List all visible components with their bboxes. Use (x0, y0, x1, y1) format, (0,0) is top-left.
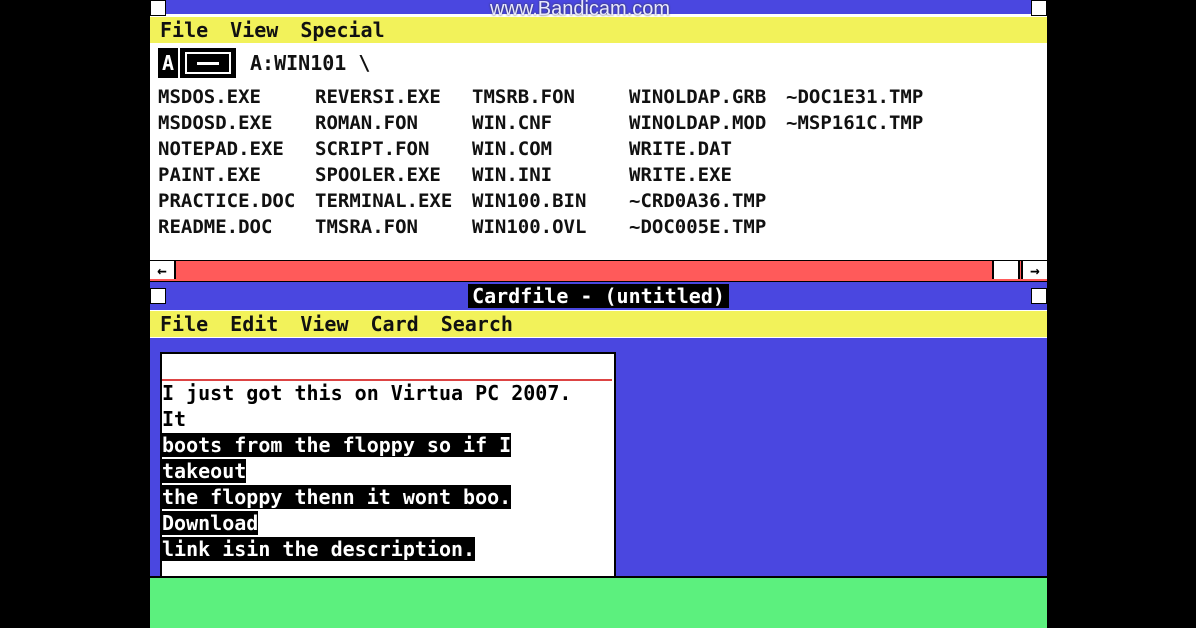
file-item[interactable]: MSDOSD.EXE (158, 112, 315, 138)
file-item[interactable]: REVERSI.EXE (315, 86, 472, 112)
file-item[interactable]: SCRIPT.FON (315, 138, 472, 164)
card-text-line: I just got this on Virtua PC 2007. It (162, 381, 572, 431)
desktop-icon-area (150, 576, 1047, 628)
current-path: A:WIN101 \ (250, 51, 371, 75)
drive-bar: A A:WIN101 \ (158, 48, 370, 78)
scroll-left-icon[interactable]: ← (150, 261, 176, 280)
file-item[interactable]: WIN100.BIN (472, 190, 629, 216)
cardfile-system-menu-icon[interactable] (150, 288, 166, 304)
menu-edit[interactable]: Edit (230, 312, 278, 336)
file-item[interactable]: PAINT.EXE (158, 164, 315, 190)
file-item[interactable]: ~DOC005E.TMP (629, 216, 786, 242)
file-item[interactable]: WIN.INI (472, 164, 629, 190)
card-text-area[interactable]: I just got this on Virtua PC 2007. It bo… (162, 380, 602, 562)
file-item[interactable]: WIN.COM (472, 138, 629, 164)
system-menu-icon[interactable] (150, 0, 166, 16)
scroll-right-icon[interactable]: → (1021, 261, 1047, 280)
cardfile-size-box-icon[interactable] (1031, 288, 1047, 304)
cardfile-menu-bar: File Edit View Card Search (150, 311, 1047, 337)
windows-screen: www.Bandicam.com File View Special A A:W… (150, 0, 1047, 628)
cardfile-title: Cardfile - (untitled) (468, 284, 729, 308)
file-item[interactable]: WINOLDAP.MOD (629, 112, 786, 138)
size-box-icon[interactable] (1031, 0, 1047, 16)
file-item[interactable]: ~MSP161C.TMP (786, 112, 943, 138)
file-item[interactable]: WRITE.DAT (629, 138, 786, 164)
file-item[interactable]: WIN.CNF (472, 112, 629, 138)
file-item[interactable]: SPOOLER.EXE (315, 164, 472, 190)
menu-search[interactable]: Search (441, 312, 513, 336)
menu-view[interactable]: View (300, 312, 348, 336)
file-item[interactable]: WIN100.OVL (472, 216, 629, 242)
file-item[interactable]: PRACTICE.DOC (158, 190, 315, 216)
file-item[interactable]: WRITE.EXE (629, 164, 786, 190)
file-list: MSDOS.EXE MSDOSD.EXE NOTEPAD.EXE PAINT.E… (158, 86, 943, 242)
file-item[interactable]: README.DOC (158, 216, 315, 242)
drive-a-button[interactable]: A (158, 48, 178, 78)
file-item[interactable]: TMSRA.FON (315, 216, 472, 242)
menu-special[interactable]: Special (300, 18, 384, 42)
file-item[interactable]: TMSRB.FON (472, 86, 629, 112)
menu-file[interactable]: File (160, 18, 208, 42)
file-manager-menu-bar: File View Special (150, 17, 1047, 43)
file-item[interactable]: TERMINAL.EXE (315, 190, 472, 216)
menu-view[interactable]: View (230, 18, 278, 42)
file-item[interactable]: ~CRD0A36.TMP (629, 190, 786, 216)
horizontal-scrollbar[interactable] (150, 260, 1047, 282)
scroll-thumb[interactable] (992, 261, 1020, 279)
floppy-drive-icon[interactable] (180, 48, 236, 78)
file-item[interactable]: ~DOC1E31.TMP (786, 86, 943, 112)
file-item[interactable]: NOTEPAD.EXE (158, 138, 315, 164)
card-text-selection: link isin the description. (162, 537, 476, 561)
menu-file[interactable]: File (160, 312, 208, 336)
card-text-selection: the floppy thenn it wont boo. Download (162, 485, 512, 535)
menu-card[interactable]: Card (371, 312, 419, 336)
file-item[interactable]: WINOLDAP.GRB (629, 86, 786, 112)
card-text-selection: boots from the floppy so if I takeout (162, 433, 512, 483)
cardfile-title-bar[interactable]: Cardfile - (untitled) (150, 282, 1047, 310)
file-item[interactable]: ROMAN.FON (315, 112, 472, 138)
file-item[interactable]: MSDOS.EXE (158, 86, 315, 112)
